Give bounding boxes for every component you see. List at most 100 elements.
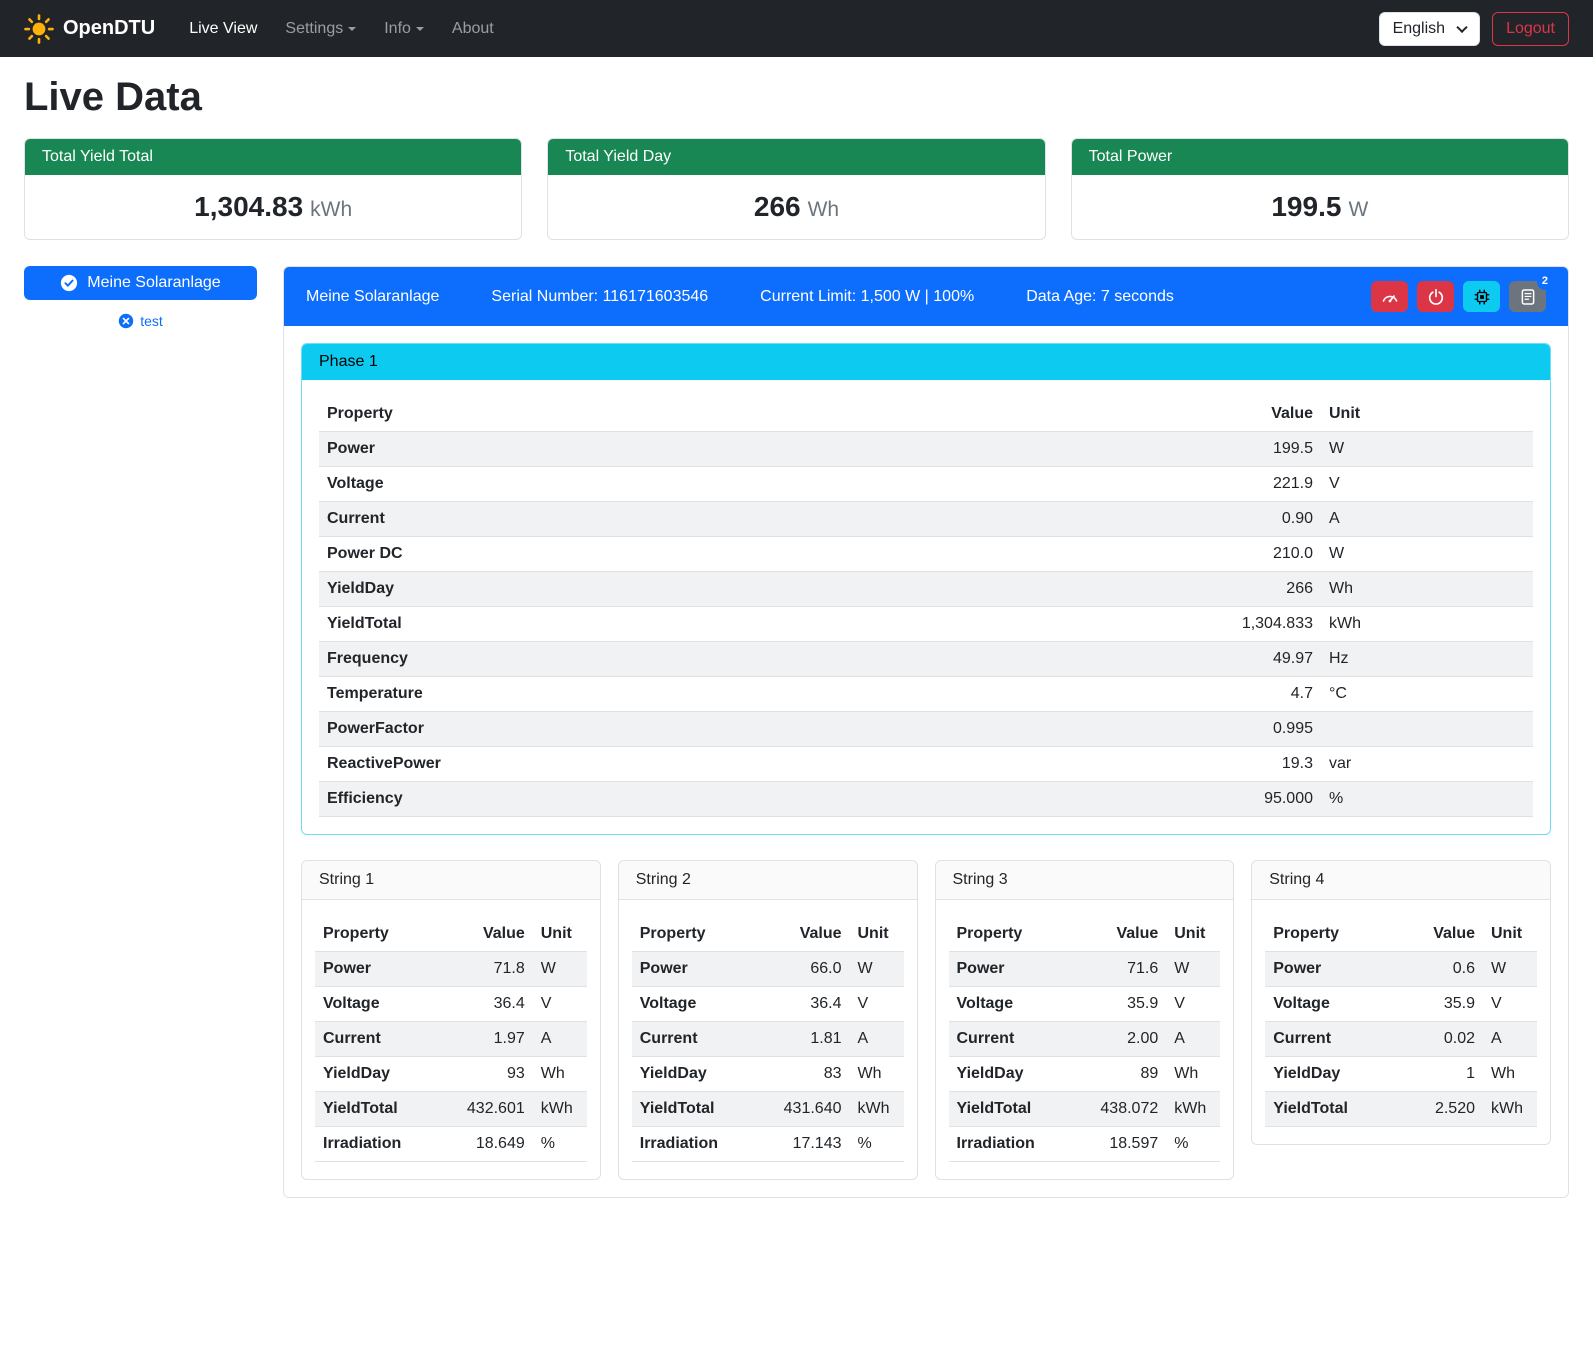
value-cell: 89 bbox=[1082, 1057, 1166, 1092]
table-row: Power71.8W bbox=[315, 952, 587, 987]
property-cell: Voltage bbox=[632, 987, 766, 1022]
property-cell: Power bbox=[319, 432, 1181, 467]
property-cell: YieldDay bbox=[632, 1057, 766, 1092]
nav-item-live-view[interactable]: Live View bbox=[177, 12, 269, 46]
column-header-property: Property bbox=[949, 917, 1083, 952]
inverter-limit: Current Limit: 1,500 W | 100% bbox=[760, 288, 974, 306]
unit-cell: % bbox=[533, 1127, 587, 1162]
table-row: PowerFactor0.995 bbox=[319, 712, 1533, 747]
value-cell: 438.072 bbox=[1082, 1092, 1166, 1127]
language-select-value: English bbox=[1393, 20, 1445, 37]
property-cell: Efficiency bbox=[319, 782, 1181, 817]
property-cell: Power bbox=[949, 952, 1083, 987]
column-header-property: Property bbox=[315, 917, 449, 952]
value-cell: 71.8 bbox=[449, 952, 533, 987]
column-header-unit: Unit bbox=[1166, 917, 1220, 952]
chevron-down-icon bbox=[1456, 21, 1467, 32]
table-row: YieldTotal1,304.833kWh bbox=[319, 607, 1533, 642]
table-row: YieldDay266Wh bbox=[319, 572, 1533, 607]
string-3-card: String 3 Property Value Unit bbox=[935, 860, 1235, 1180]
table-row: Power0.6W bbox=[1265, 952, 1537, 987]
value-cell: 35.9 bbox=[1082, 987, 1166, 1022]
page-title: Live Data bbox=[24, 75, 1569, 120]
value-cell: 95.000 bbox=[1181, 782, 1321, 817]
unit-cell: V bbox=[1321, 467, 1533, 502]
property-cell: Current bbox=[949, 1022, 1083, 1057]
event-log-button[interactable]: 2 bbox=[1509, 281, 1546, 312]
value-cell: 431.640 bbox=[766, 1092, 850, 1127]
sidebar-item-meine-solaranlage[interactable]: Meine Solaranlage bbox=[24, 266, 257, 300]
unit-cell: kWh bbox=[1483, 1092, 1537, 1127]
unit-cell: W bbox=[533, 952, 587, 987]
value-cell: 432.601 bbox=[449, 1092, 533, 1127]
card-unit: W bbox=[1348, 198, 1368, 221]
unit-cell: °C bbox=[1321, 677, 1533, 712]
table-row: Current0.90A bbox=[319, 502, 1533, 537]
unit-cell: Wh bbox=[1483, 1057, 1537, 1092]
column-header-unit: Unit bbox=[850, 917, 904, 952]
unit-cell: W bbox=[1321, 432, 1533, 467]
nav-item-about[interactable]: About bbox=[440, 12, 506, 46]
property-cell: Current bbox=[315, 1022, 449, 1057]
limit-settings-button[interactable] bbox=[1371, 281, 1408, 312]
nav-item-info[interactable]: Info bbox=[372, 12, 436, 46]
table-row: Irradiation17.143% bbox=[632, 1127, 904, 1162]
string-card-title: String 3 bbox=[936, 861, 1234, 900]
table-row: YieldDay93Wh bbox=[315, 1057, 587, 1092]
column-header-value: Value bbox=[449, 917, 533, 952]
unit-cell: Wh bbox=[533, 1057, 587, 1092]
inverter-serial: Serial Number: 116171603546 bbox=[491, 288, 708, 306]
card-title: Total Power bbox=[1072, 139, 1568, 175]
logout-button[interactable]: Logout bbox=[1492, 12, 1569, 46]
column-header-unit: Unit bbox=[1483, 917, 1537, 952]
column-header-property: Property bbox=[1265, 917, 1399, 952]
card-value: 266 bbox=[754, 191, 801, 222]
device-info-button[interactable] bbox=[1463, 281, 1500, 312]
table-row: Current1.97A bbox=[315, 1022, 587, 1057]
table-row: Frequency49.97Hz bbox=[319, 642, 1533, 677]
unit-cell: W bbox=[1483, 952, 1537, 987]
chevron-down-icon bbox=[348, 27, 356, 31]
table-row: YieldDay89Wh bbox=[949, 1057, 1221, 1092]
card-title: Total Yield Day bbox=[548, 139, 1044, 175]
table-header-row: Property Value Unit bbox=[1265, 917, 1537, 952]
value-cell: 19.3 bbox=[1181, 747, 1321, 782]
navbar: OpenDTU Live View Settings Info About En… bbox=[0, 0, 1593, 57]
unit-cell: V bbox=[850, 987, 904, 1022]
value-cell: 0.995 bbox=[1181, 712, 1321, 747]
sidebar-item-test[interactable]: test bbox=[118, 313, 163, 329]
value-cell: 1 bbox=[1399, 1057, 1483, 1092]
property-cell: YieldTotal bbox=[632, 1092, 766, 1127]
table-row: Current2.00A bbox=[949, 1022, 1221, 1057]
property-cell: Voltage bbox=[319, 467, 1181, 502]
string-2-card: String 2 Property Value Unit bbox=[618, 860, 918, 1180]
table-row: Power199.5W bbox=[319, 432, 1533, 467]
inverter-data-age: Data Age: 7 seconds bbox=[1026, 288, 1174, 306]
inverter-sidebar: Meine Solaranlage test bbox=[24, 266, 257, 329]
table-row: YieldTotal431.640kWh bbox=[632, 1092, 904, 1127]
brand[interactable]: OpenDTU bbox=[24, 14, 155, 44]
table-row: Temperature4.7°C bbox=[319, 677, 1533, 712]
table-row: Power DC210.0W bbox=[319, 537, 1533, 572]
property-cell: Irradiation bbox=[949, 1127, 1083, 1162]
chevron-down-icon bbox=[416, 27, 424, 31]
value-cell: 1.97 bbox=[449, 1022, 533, 1057]
unit-cell: % bbox=[1321, 782, 1533, 817]
column-header-property: Property bbox=[319, 397, 1181, 432]
inverter-card-header: Meine Solaranlage Serial Number: 1161716… bbox=[284, 267, 1568, 326]
column-header-unit: Unit bbox=[1321, 397, 1533, 432]
unit-cell: Wh bbox=[850, 1057, 904, 1092]
page-content: Live Data Total Yield Total 1,304.83kWh … bbox=[0, 57, 1593, 1222]
language-select[interactable]: English bbox=[1379, 12, 1480, 46]
string-card-title: String 4 bbox=[1252, 861, 1550, 900]
value-cell: 0.02 bbox=[1399, 1022, 1483, 1057]
value-cell: 66.0 bbox=[766, 952, 850, 987]
string-table: Property Value Unit Power71.6W Voltage35… bbox=[949, 917, 1221, 1162]
table-row: YieldTotal432.601kWh bbox=[315, 1092, 587, 1127]
card-value: 199.5 bbox=[1271, 191, 1341, 222]
power-button[interactable] bbox=[1417, 281, 1454, 312]
table-row: Voltage35.9V bbox=[1265, 987, 1537, 1022]
nav-item-settings[interactable]: Settings bbox=[273, 12, 368, 46]
card-title: Total Yield Total bbox=[25, 139, 521, 175]
property-cell: YieldDay bbox=[319, 572, 1181, 607]
